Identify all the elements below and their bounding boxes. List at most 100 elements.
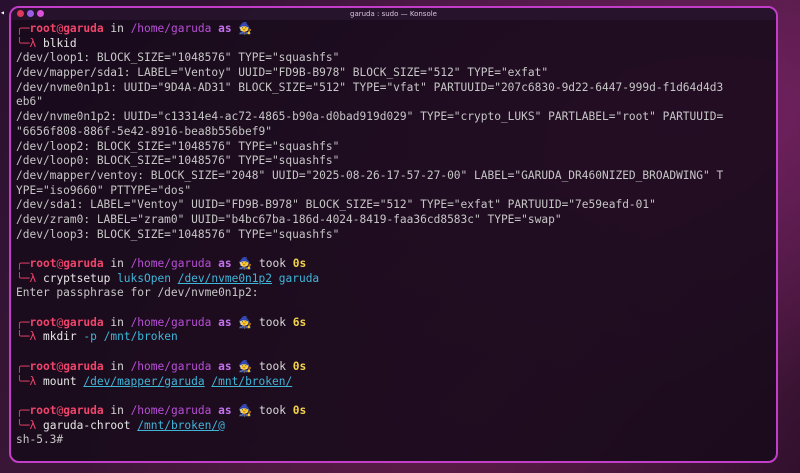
lambda-icon: λ <box>29 330 43 344</box>
prompt-host: garuda <box>63 257 104 270</box>
output-line: "6656f808-886f-5e42-8916-bea8b556bef9" <box>16 124 272 138</box>
prompt-corner-top: ╭─ <box>16 257 30 270</box>
prompt-path: /home/garuda <box>130 22 212 35</box>
prompt-corner-top: ╭─ <box>16 315 30 329</box>
prompt-line: ╭─root@garuda in /home/garuda as 🧙 took … <box>16 404 772 419</box>
wizard-icon: 🧙 <box>238 359 253 373</box>
prompt-took: took <box>252 403 293 417</box>
prompt-corner-bottom: ╰─ <box>16 36 30 50</box>
output-line: /dev/zram0: LABEL="zram0" UUID="b4bc67ba… <box>16 212 562 226</box>
prompt-duration: 6s <box>292 315 307 329</box>
command-token: mount <box>42 374 84 388</box>
prompt-in: in <box>103 315 131 329</box>
prompt-path: /home/garuda <box>130 257 212 270</box>
window-title: garuda : sudo — Konsole <box>350 10 437 18</box>
prompt-path: /home/garuda <box>130 359 212 373</box>
prompt-user: root <box>29 315 57 329</box>
output-line: /dev/loop0: BLOCK_SIZE="1048576" TYPE="s… <box>16 154 340 168</box>
output-line: /dev/loop3: BLOCK_SIZE="1048576" TYPE="s… <box>16 227 340 241</box>
command-line[interactable]: ╰─λ mkdir -p /mnt/broken <box>16 330 772 345</box>
output-line: /dev/nvme0n1p2: UUID="c13314e4-ac72-4865… <box>16 110 724 124</box>
prompt-in: in <box>103 359 131 373</box>
wizard-icon: 🧙 <box>238 257 253 270</box>
prompt-duration: 0s <box>292 257 307 270</box>
output-line: /dev/mapper/sda1: LABEL="Ventoy" UUID="F… <box>16 66 549 80</box>
prompt-duration: 0s <box>292 359 307 373</box>
command-token: /mnt/broken/@ <box>137 418 225 432</box>
prompt-as: as <box>211 22 239 35</box>
prompt-corner-bottom: ╰─ <box>16 330 30 344</box>
prompt-host: garuda <box>63 315 104 329</box>
prompt-corner-top: ╭─ <box>16 359 30 373</box>
window-titlebar[interactable]: garuda : sudo — Konsole <box>11 8 776 20</box>
wizard-icon: 🧙 <box>238 403 253 417</box>
command-line[interactable]: ╰─λ blkid <box>16 37 772 52</box>
lambda-icon: λ <box>29 36 43 50</box>
prompt-path: /home/garuda <box>130 315 212 329</box>
output-line: YPE="iso9660" PTTYPE="dos" <box>16 183 192 197</box>
prompt-took: took <box>252 257 293 270</box>
prompt-line: ╭─root@garuda in /home/garuda as 🧙 took … <box>16 316 772 331</box>
prompt-in: in <box>103 403 131 417</box>
command-line[interactable]: ╰─λ mount /dev/mapper/garuda /mnt/broken… <box>16 375 772 390</box>
command-token: luksOpen <box>117 271 171 285</box>
wizard-icon: 🧙 <box>238 22 253 35</box>
prompt-duration: 0s <box>292 403 307 417</box>
command-token: garuda-chroot <box>42 418 138 432</box>
prompt-in: in <box>103 22 131 35</box>
desktop-edge-arrow-icon: ◂ <box>0 8 5 17</box>
command-token: cryptsetup <box>42 271 118 285</box>
command-token: -p <box>83 330 97 344</box>
shell-prompt[interactable]: sh-5.3# <box>16 433 772 448</box>
prompt-line: ╭─root@garuda in /home/garuda as 🧙 <box>16 22 772 37</box>
prompt-as: as <box>211 315 239 329</box>
prompt-line: ╭─root@garuda in /home/garuda as 🧙 took … <box>16 360 772 375</box>
prompt-host: garuda <box>63 359 104 373</box>
command-token: /mnt/broken <box>103 330 178 344</box>
output-line: Enter passphrase for /dev/nvme0n1p2: <box>16 286 259 300</box>
prompt-host: garuda <box>63 403 104 417</box>
prompt-in: in <box>103 257 131 270</box>
prompt-as: as <box>211 359 239 373</box>
prompt-took: took <box>252 315 293 329</box>
prompt-host: garuda <box>63 22 104 35</box>
command-token: garuda <box>278 271 320 285</box>
lambda-icon: λ <box>29 418 43 432</box>
prompt-line: ╭─root@garuda in /home/garuda as 🧙 took … <box>16 257 772 272</box>
prompt-corner-bottom: ╰─ <box>16 271 30 285</box>
wizard-icon: 🧙 <box>238 315 253 329</box>
output-line: /dev/nvme0n1p1: UUID="9D4A-AD31" BLOCK_S… <box>16 80 724 94</box>
output-line: /dev/mapper/ventoy: BLOCK_SIZE="2048" UU… <box>16 168 724 182</box>
command-token: mkdir <box>42 330 84 344</box>
command-token <box>171 272 178 285</box>
command-token: /dev/mapper/garuda <box>83 374 205 388</box>
prompt-corner-bottom: ╰─ <box>16 418 30 432</box>
lambda-icon: λ <box>29 271 43 285</box>
command-line[interactable]: ╰─λ garuda-chroot /mnt/broken/@ <box>16 419 772 434</box>
prompt-user: root <box>29 359 57 373</box>
command-token: blkid <box>42 36 77 50</box>
command-token <box>272 272 279 285</box>
prompt-user: root <box>29 257 57 270</box>
output-line: /dev/loop2: BLOCK_SIZE="1048576" TYPE="s… <box>16 139 340 153</box>
prompt-corner-top: ╭─ <box>16 403 30 417</box>
konsole-window[interactable]: garuda : sudo — Konsole ╭─root@garuda in… <box>9 6 778 463</box>
command-token: /dev/nvme0n1p2 <box>177 271 272 285</box>
prompt-as: as <box>211 403 239 417</box>
prompt-user: root <box>29 22 57 35</box>
prompt-user: root <box>29 403 57 417</box>
lambda-icon: λ <box>29 374 43 388</box>
terminal-output-area[interactable]: ╭─root@garuda in /home/garuda as 🧙 ╰─λ bl… <box>16 22 772 448</box>
command-line[interactable]: ╰─λ cryptsetup luksOpen /dev/nvme0n1p2 g… <box>16 272 772 287</box>
output-line: /dev/sda1: LABEL="Ventoy" UUID="FD9B-B97… <box>16 198 656 212</box>
prompt-corner-bottom: ╰─ <box>16 374 30 388</box>
output-line: eb6" <box>16 95 43 109</box>
prompt-as: as <box>211 257 239 270</box>
prompt-path: /home/garuda <box>130 403 212 417</box>
prompt-took: took <box>252 359 293 373</box>
prompt-corner-top: ╭─ <box>16 22 30 35</box>
